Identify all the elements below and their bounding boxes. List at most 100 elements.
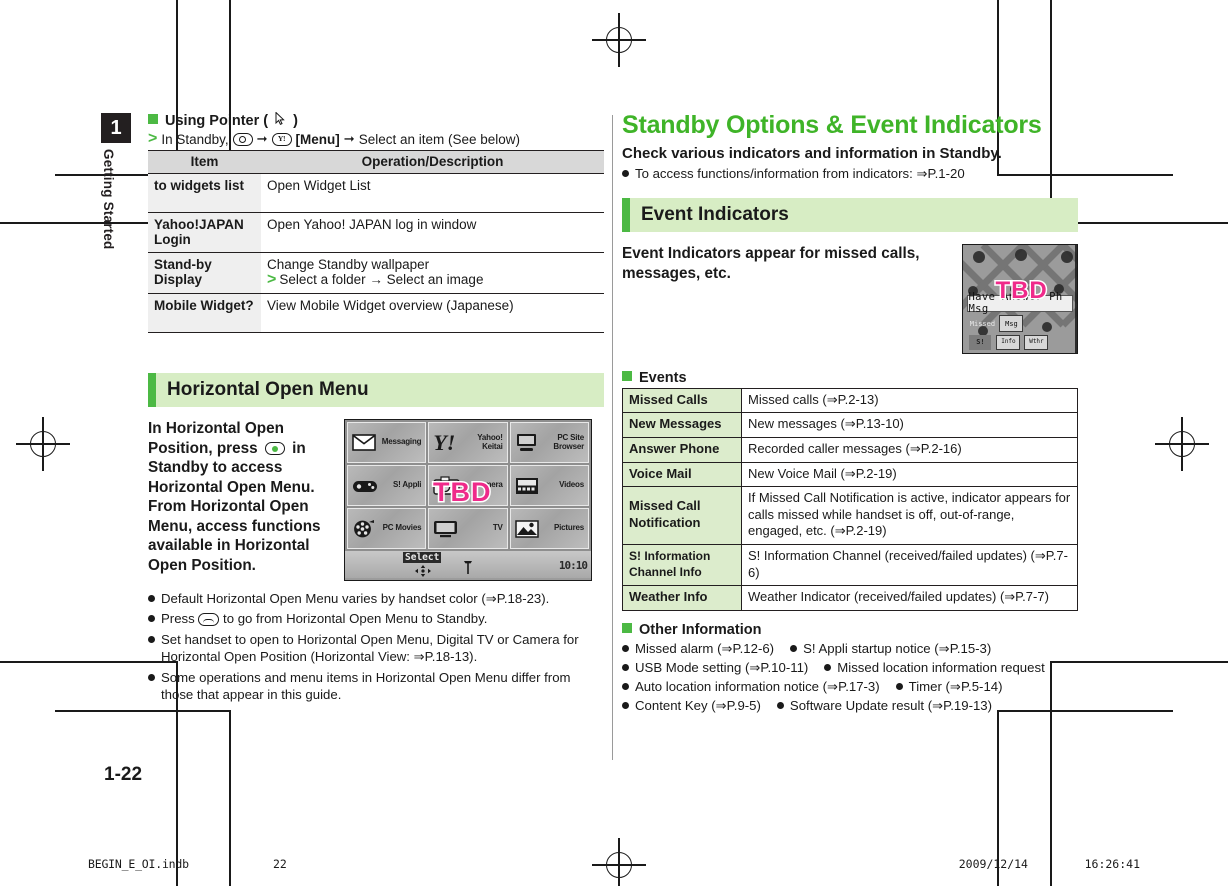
table-row: to widgets list Open Widget List — [148, 173, 604, 213]
row-sub-text: Select a folder → Select an image — [279, 272, 484, 287]
menu-tile-yahoo-keitai: Y! Yahoo! Keitai — [428, 422, 508, 463]
table-row: S! Information Channel Info S! Informati… — [622, 544, 1078, 587]
row-desc-text: Open Widget List — [267, 178, 371, 193]
menu-label: [Menu] — [295, 131, 340, 147]
step-suffix: Select an item (See below) — [358, 131, 521, 147]
menu-tile-tv: TV — [428, 508, 508, 549]
row-item: Yahoo!JAPAN Login — [148, 212, 261, 253]
list-item: USB Mode setting (⇒P.10-11) Missed locat… — [622, 659, 1078, 678]
row-item: to widgets list — [148, 173, 261, 213]
row-desc-text: View Mobile Widget overview (Japanese) — [267, 298, 514, 313]
end-key-icon — [198, 613, 220, 627]
info-channel-indicator-icon: Info — [996, 334, 1021, 350]
missed-calls-indicator-icon: Missed — [969, 319, 996, 328]
center-key-icon — [264, 442, 285, 456]
menu-tile-label: Videos — [559, 480, 584, 490]
other-entry-text: Missed alarm (⇒P.12-6) — [635, 640, 775, 656]
green-square-bullet-icon — [622, 622, 632, 633]
bullet-text: Default Horizontal Open Menu varies by h… — [161, 591, 550, 606]
print-footer: BEGIN_E_OI.indb 22 2009/12/14 16:26:41 — [88, 857, 1140, 877]
other-entry-text: Timer (⇒P.5-14) — [908, 679, 1003, 695]
section-title: Horizontal Open Menu — [167, 379, 369, 400]
column-divider — [612, 115, 613, 760]
bullet-dot-icon — [622, 683, 629, 691]
menu-tile-messaging: Messaging — [347, 422, 427, 463]
menu-tile-label: Yahoo! Keitai — [477, 433, 503, 451]
event-indicators-lead: Event Indicators appear for missed calls… — [622, 244, 920, 282]
using-pointer-heading: Using Pointer ( ) — [148, 112, 604, 129]
row-desc: Open Widget List — [261, 173, 604, 213]
event-key: Voice Mail — [622, 462, 742, 488]
bullet-text: Press to go from Horizontal Open Menu to… — [161, 611, 488, 627]
section-bar-event-indicators: Event Indicators — [622, 197, 1078, 232]
other-entry: S! Appli startup notice (⇒P.15-3) — [790, 640, 991, 657]
table-row: Stand-by Display Change Standby wallpape… — [148, 252, 604, 294]
step-prefix: In Standby, — [161, 131, 229, 147]
step-arrow-icon: > — [148, 130, 158, 147]
using-pointer-heading-close: ) — [293, 113, 298, 129]
row-desc: Change Standby wallpaper > Select a fold… — [261, 252, 604, 294]
other-entry-text: Auto location information notice (⇒P.17-… — [635, 679, 880, 695]
other-information-heading-text: Other Information — [639, 621, 762, 638]
row-desc: Open Yahoo! JAPAN log in window — [261, 212, 604, 253]
other-entry: USB Mode setting (⇒P.10-11) — [622, 659, 808, 676]
horizontal-open-bullets: Default Horizontal Open Menu varies by h… — [148, 590, 604, 704]
row-desc-text: Change Standby wallpaper — [267, 257, 430, 272]
bullet-dot-icon — [148, 673, 155, 681]
yahoo-key-icon: Y! — [271, 132, 292, 146]
table-header-row: Item Operation/Description — [148, 150, 604, 174]
menu-tile-label: Messaging — [381, 437, 422, 447]
other-entry: Timer (⇒P.5-14) — [895, 678, 1003, 695]
table-row: Weather Info Weather Indicator (received… — [622, 585, 1078, 611]
intro-bullet: To access functions/information from ind… — [622, 165, 1078, 182]
print-date: 2009/12/14 — [958, 857, 1028, 871]
menu-tile-pc-site-browser: PC Site Browser — [509, 422, 589, 463]
monitor-icon — [515, 433, 538, 452]
dpad-icon — [415, 564, 431, 577]
menu-tile-label: TV — [492, 523, 503, 533]
phone-screen-menu: Messaging Y! Yahoo! Keitai PC Site Brows… — [344, 419, 592, 581]
table-row: Answer Phone Recorded caller messages (⇒… — [622, 437, 1078, 463]
chapter-label: Getting Started — [101, 149, 116, 250]
bullet-dot-icon — [148, 635, 155, 643]
row-item: Stand-by Display — [148, 252, 261, 294]
other-entry-text: Missed location information request — [837, 660, 1045, 676]
other-entry-text: USB Mode setting (⇒P.10-11) — [635, 660, 809, 676]
bullet-text: Some operations and menu items in Horizo… — [161, 669, 571, 703]
softkey-select-label: Select — [403, 552, 442, 563]
event-key: S! Information Channel Info — [622, 544, 742, 587]
chapter-tab: 1 Getting Started — [101, 113, 131, 250]
pointer-options-table: Item Operation/Description to widgets li… — [148, 150, 604, 333]
film-icon — [515, 477, 539, 495]
envelope-icon — [352, 434, 376, 451]
col-header-operation: Operation/Description — [261, 150, 604, 174]
row-desc-text: Open Yahoo! JAPAN log in window — [267, 217, 477, 232]
event-key: New Messages — [622, 412, 742, 438]
pointer-cursor-icon — [275, 112, 286, 125]
list-item: Missed alarm (⇒P.12-6) S! Appli startup … — [622, 640, 1078, 659]
message-indicator-icon: Msg — [999, 314, 1024, 332]
list-item: Auto location information notice (⇒P.17-… — [622, 678, 1078, 697]
list-item: Set handset to open to Horizontal Open M… — [148, 631, 604, 666]
yahoo-icon: Y! — [433, 429, 456, 455]
manual-page: 1 Getting Started Using Pointer ( ) > In… — [0, 0, 1228, 886]
bullet-dot-icon — [776, 702, 784, 710]
reel-icon — [352, 519, 376, 539]
section-accent — [622, 197, 630, 232]
event-value: S! Information Channel (received/failed … — [741, 544, 1078, 587]
horizontal-open-menu-screenshot: Messaging Y! Yahoo! Keitai PC Site Brows… — [344, 419, 592, 581]
tbd-overlay: TBD — [994, 275, 1048, 305]
other-entry-text: S! Appli startup notice (⇒P.15-3) — [803, 640, 992, 656]
col-header-item: Item — [148, 150, 261, 174]
phone-status-bar: Select 10:10 — [345, 551, 591, 578]
picture-icon — [514, 519, 539, 538]
bullet-text: Set handset to open to Horizontal Open M… — [161, 631, 579, 665]
other-information-list: Missed alarm (⇒P.12-6) S! Appli startup … — [622, 640, 1078, 717]
row-item: Mobile Widget? — [148, 293, 261, 333]
event-key: Weather Info — [622, 585, 742, 611]
event-value: Weather Indicator (received/failed updat… — [748, 589, 1049, 605]
bullet-dot-icon — [622, 702, 629, 710]
right-column: Standby Options & Event Indicators Check… — [622, 111, 1078, 717]
print-time: 16:26:41 — [1084, 857, 1140, 871]
table-row: Yahoo!JAPAN Login Open Yahoo! JAPAN log … — [148, 212, 604, 253]
